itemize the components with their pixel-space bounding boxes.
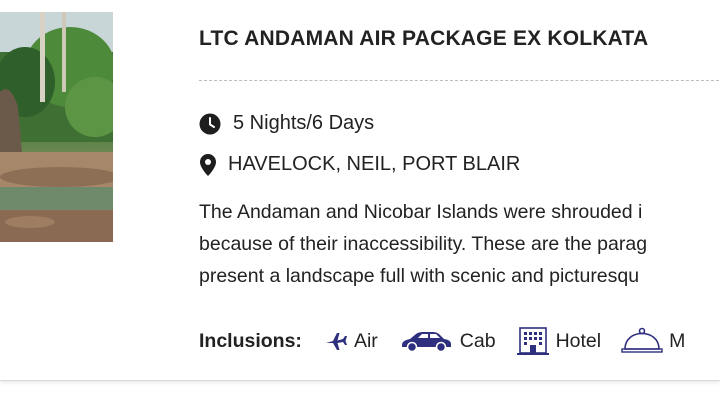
inclusion-hotel: Hotel — [516, 326, 602, 356]
package-title[interactable]: LTC ANDAMAN AIR PACKAGE EX KOLKATA — [199, 27, 648, 51]
duration-row: 5 Nights/6 Days — [199, 112, 374, 135]
meal-cloche-icon — [621, 327, 663, 355]
inclusion-air-label: Air — [353, 329, 378, 352]
duration-text: 5 Nights/6 Days — [233, 112, 375, 134]
airplane-icon — [324, 330, 348, 352]
inclusions-row: Inclusions: Air Cab Hotel M — [199, 326, 705, 356]
hotel-icon — [516, 326, 550, 356]
location-text: HAVELOCK, NEIL, PORT BLAIR — [228, 153, 521, 175]
package-card[interactable]: LTC ANDAMAN AIR PACKAGE EX KOLKATA 5 Nig… — [0, 0, 720, 381]
map-pin-icon — [199, 153, 217, 176]
package-thumbnail[interactable] — [0, 12, 113, 242]
inclusion-hotel-label: Hotel — [555, 329, 602, 352]
car-icon — [398, 329, 454, 353]
description-line: because of their inaccessibility. These … — [199, 233, 648, 255]
inclusion-meal-label: M — [669, 329, 686, 352]
package-description: The Andaman and Nicobar Islands were shr… — [199, 196, 720, 292]
inclusion-cab: Cab — [398, 329, 496, 353]
description-line: The Andaman and Nicobar Islands were shr… — [199, 201, 643, 223]
inclusion-meal: M — [621, 327, 685, 355]
clock-icon — [199, 113, 221, 135]
location-row: HAVELOCK, NEIL, PORT BLAIR — [199, 153, 520, 176]
inclusion-cab-label: Cab — [459, 329, 496, 352]
description-line: present a landscape full with scenic and… — [199, 265, 640, 287]
inclusions-label: Inclusions: — [199, 329, 302, 352]
divider — [199, 80, 720, 81]
beach-image — [0, 12, 113, 242]
inclusion-air: Air — [324, 330, 378, 353]
